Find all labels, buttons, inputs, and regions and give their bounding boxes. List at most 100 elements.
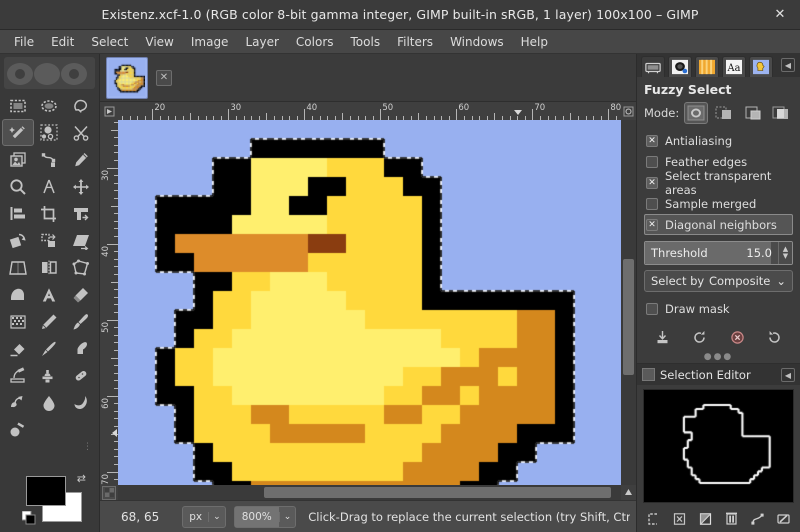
perspective-tool[interactable] bbox=[2, 254, 34, 281]
image-canvas[interactable] bbox=[118, 120, 621, 485]
reset-colors-icon[interactable] bbox=[22, 511, 36, 528]
checkbox-indicator: ✕ bbox=[646, 156, 658, 168]
foreground-select-tool[interactable] bbox=[2, 146, 34, 173]
select-none-button[interactable] bbox=[669, 510, 689, 528]
menu-item-file[interactable]: File bbox=[6, 32, 42, 52]
tool-options-tab[interactable] bbox=[641, 56, 665, 77]
mode-add-button[interactable] bbox=[713, 102, 736, 124]
shear-tool[interactable] bbox=[65, 227, 97, 254]
zoom-selector[interactable]: 800% ⌄ bbox=[234, 506, 297, 528]
threshold-spinner[interactable]: ▲▼ bbox=[778, 242, 792, 264]
select-by-dropdown[interactable]: Select by Composite ⌄ bbox=[644, 270, 793, 292]
pattern-tool[interactable] bbox=[2, 308, 34, 335]
invert-selection-button[interactable] bbox=[695, 510, 715, 528]
paths-tool[interactable] bbox=[34, 146, 66, 173]
checkbox-diagonal-neighbors[interactable]: ✕Diagonal neighbors bbox=[644, 214, 793, 235]
mode-replace-button[interactable] bbox=[684, 102, 707, 124]
checkbox-select-transparent-areas[interactable]: ✕Select transparent areas bbox=[644, 172, 793, 193]
menu-item-edit[interactable]: Edit bbox=[43, 32, 82, 52]
free-select-tool[interactable] bbox=[65, 92, 97, 119]
menu-item-layer[interactable]: Layer bbox=[237, 32, 286, 52]
save-to-channel-button[interactable] bbox=[722, 510, 742, 528]
menu-item-tools[interactable]: Tools bbox=[343, 32, 389, 52]
tab-close-icon[interactable]: ✕ bbox=[156, 70, 172, 86]
quick-mask-toggle[interactable] bbox=[100, 485, 118, 500]
vertical-ruler[interactable]: 3040506070 bbox=[100, 120, 118, 485]
brushes-tab[interactable] bbox=[668, 56, 692, 77]
draw-mask-checkbox[interactable]: ✕ Draw mask bbox=[644, 298, 793, 319]
scissors-select-tool[interactable] bbox=[65, 119, 97, 146]
selection-preview[interactable] bbox=[643, 389, 794, 502]
select-by-color-tool[interactable] bbox=[34, 119, 66, 146]
navigation-preview-button[interactable] bbox=[621, 485, 636, 500]
document-history-tab[interactable] bbox=[749, 56, 773, 77]
move-tool[interactable] bbox=[65, 173, 97, 200]
checkbox-antialiasing[interactable]: ✕Antialiasing bbox=[644, 130, 793, 151]
select-all-button[interactable] bbox=[643, 510, 663, 528]
clone-tool[interactable] bbox=[2, 362, 34, 389]
scale-tool[interactable] bbox=[34, 227, 66, 254]
mypaint-brush-tool[interactable] bbox=[65, 335, 97, 362]
vertical-scroll-thumb[interactable] bbox=[623, 259, 634, 376]
ruler-origin-button[interactable] bbox=[100, 102, 118, 120]
save-tool-preset-button[interactable] bbox=[652, 326, 674, 348]
delete-tool-preset-button[interactable] bbox=[726, 326, 748, 348]
menu-item-help[interactable]: Help bbox=[513, 32, 556, 52]
reset-tool-options-button[interactable] bbox=[763, 326, 785, 348]
foreground-color-swatch[interactable] bbox=[26, 476, 66, 506]
blur-sharpen-tool[interactable] bbox=[34, 389, 66, 416]
menu-item-image[interactable]: Image bbox=[183, 32, 237, 52]
ellipse-select-tool[interactable] bbox=[34, 92, 66, 119]
flip-tool[interactable] bbox=[34, 254, 66, 281]
paintbrush-tool[interactable] bbox=[65, 308, 97, 335]
rect-select-tool[interactable] bbox=[2, 92, 34, 119]
menu-item-select[interactable]: Select bbox=[83, 32, 136, 52]
zoom-tool[interactable] bbox=[2, 173, 34, 200]
pencil-tool[interactable] bbox=[34, 308, 66, 335]
tool-options-checkboxes: ✕Antialiasing✕Feather edges✕Select trans… bbox=[644, 130, 793, 235]
threshold-slider[interactable]: Threshold 15.0 ▲▼ bbox=[644, 241, 793, 265]
cage-transform-tool[interactable] bbox=[65, 254, 97, 281]
perspective-clone-tool[interactable] bbox=[34, 362, 66, 389]
align-tool[interactable] bbox=[2, 200, 34, 227]
mode-subtract-button[interactable] bbox=[741, 102, 764, 124]
rotate-tool[interactable] bbox=[2, 227, 34, 254]
dock-resize-grip[interactable]: ●●● bbox=[637, 353, 800, 363]
patterns-tab[interactable] bbox=[695, 56, 719, 77]
measure-tool[interactable] bbox=[34, 173, 66, 200]
smudge-tool[interactable] bbox=[2, 389, 34, 416]
cursor-position: 68, 65 bbox=[106, 510, 174, 524]
zoom-image-button[interactable] bbox=[621, 102, 636, 120]
canvas-horizontal-scrollbar[interactable] bbox=[118, 485, 621, 500]
gradient-tool[interactable] bbox=[65, 281, 97, 308]
fuzzy-select-tool[interactable] bbox=[2, 119, 34, 146]
canvas-vertical-scrollbar[interactable] bbox=[621, 120, 636, 485]
restore-tool-preset-button[interactable] bbox=[689, 326, 711, 348]
transform-tool[interactable] bbox=[65, 200, 97, 227]
crop-tool[interactable] bbox=[34, 200, 66, 227]
unit-selector[interactable]: px ⌄ bbox=[182, 506, 225, 528]
swap-colors-icon[interactable]: ⇄ bbox=[77, 472, 86, 485]
menu-item-colors[interactable]: Colors bbox=[288, 32, 342, 52]
text-tool[interactable] bbox=[34, 281, 66, 308]
selection-to-path-button[interactable] bbox=[748, 510, 768, 528]
color-picker-tool[interactable] bbox=[65, 146, 97, 173]
menu-item-filters[interactable]: Filters bbox=[389, 32, 441, 52]
menu-item-view[interactable]: View bbox=[137, 32, 181, 52]
image-tab-thumbnail[interactable] bbox=[106, 57, 148, 99]
horizontal-ruler[interactable]: 2030405060708090 bbox=[118, 102, 621, 120]
bucket-fill-tool[interactable] bbox=[2, 281, 34, 308]
menu-item-windows[interactable]: Windows bbox=[442, 32, 512, 52]
stroke-selection-button[interactable] bbox=[774, 510, 794, 528]
heal-tool[interactable] bbox=[65, 362, 97, 389]
eraser-tool[interactable] bbox=[2, 335, 34, 362]
dodge-burn-tool[interactable] bbox=[65, 389, 97, 416]
selection-editor-menu-icon[interactable]: ◀ bbox=[781, 368, 795, 382]
mode-intersect-button[interactable] bbox=[770, 102, 793, 124]
close-icon[interactable]: ✕ bbox=[770, 5, 790, 25]
horizontal-scroll-thumb[interactable] bbox=[264, 487, 611, 498]
fonts-tab[interactable]: Aa bbox=[722, 56, 746, 77]
ink-tool[interactable] bbox=[34, 335, 66, 362]
dock-menu-icon[interactable]: ◀ bbox=[781, 58, 795, 72]
airbrush-tool[interactable] bbox=[2, 416, 34, 443]
